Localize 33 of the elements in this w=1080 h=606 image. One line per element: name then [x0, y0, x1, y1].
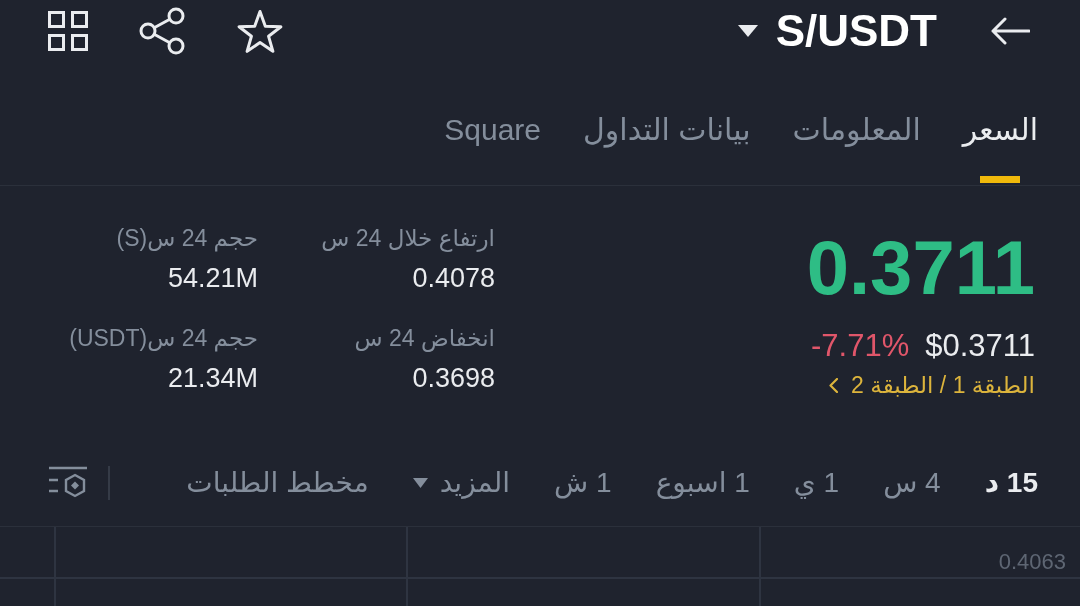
share-icon[interactable]: [138, 7, 186, 55]
chevron-left-icon: [829, 377, 839, 393]
caret-down-icon[interactable]: [737, 25, 758, 37]
caret-down-icon: [412, 478, 428, 488]
stat-value: 21.34M: [167, 364, 258, 392]
stat-label: حجم 24 س(USDT): [69, 324, 258, 352]
usd-price: $0.3711: [925, 330, 1035, 361]
hexagon-list-icon[interactable]: [48, 466, 88, 500]
price-change: -7.71%: [811, 330, 910, 361]
stat-label: ارتفاع خلال 24 س: [321, 224, 495, 252]
interval-tab[interactable]: 1 اسبوع: [655, 466, 750, 500]
depth-chart-tab[interactable]: مخطط الطلبات: [186, 466, 369, 500]
star-icon[interactable]: [236, 8, 284, 54]
interval-tab[interactable]: 1 ش: [554, 466, 612, 500]
axis-label: 0.4063: [998, 549, 1066, 575]
stat-label: انخفاض 24 س: [354, 324, 495, 352]
more-dropdown[interactable]: المزيد: [412, 466, 511, 500]
interval-tab[interactable]: 4 س: [883, 466, 941, 500]
stat-value: 0.3698: [412, 364, 495, 392]
tab[interactable]: Square: [444, 100, 542, 185]
last-price: 0.3711: [806, 230, 1035, 306]
tab[interactable]: المعلومات: [792, 100, 921, 185]
back-arrow-icon[interactable]: [990, 16, 1030, 46]
stat-value: 54.21M: [167, 264, 258, 292]
tab[interactable]: بيانات التداول: [583, 100, 751, 185]
stat-value: 0.4078: [412, 264, 495, 292]
interval-tab[interactable]: 1 ي: [793, 466, 840, 500]
stat-label: حجم 24 س(S): [116, 224, 258, 252]
tab[interactable]: السعر: [962, 100, 1038, 185]
pair-title[interactable]: S/USDT: [775, 9, 937, 53]
tags-link[interactable]: الطبقة 1 / الطبقة 2: [829, 371, 1035, 399]
grid-icon[interactable]: [48, 11, 88, 51]
interval-tab[interactable]: 15 د: [984, 466, 1038, 500]
